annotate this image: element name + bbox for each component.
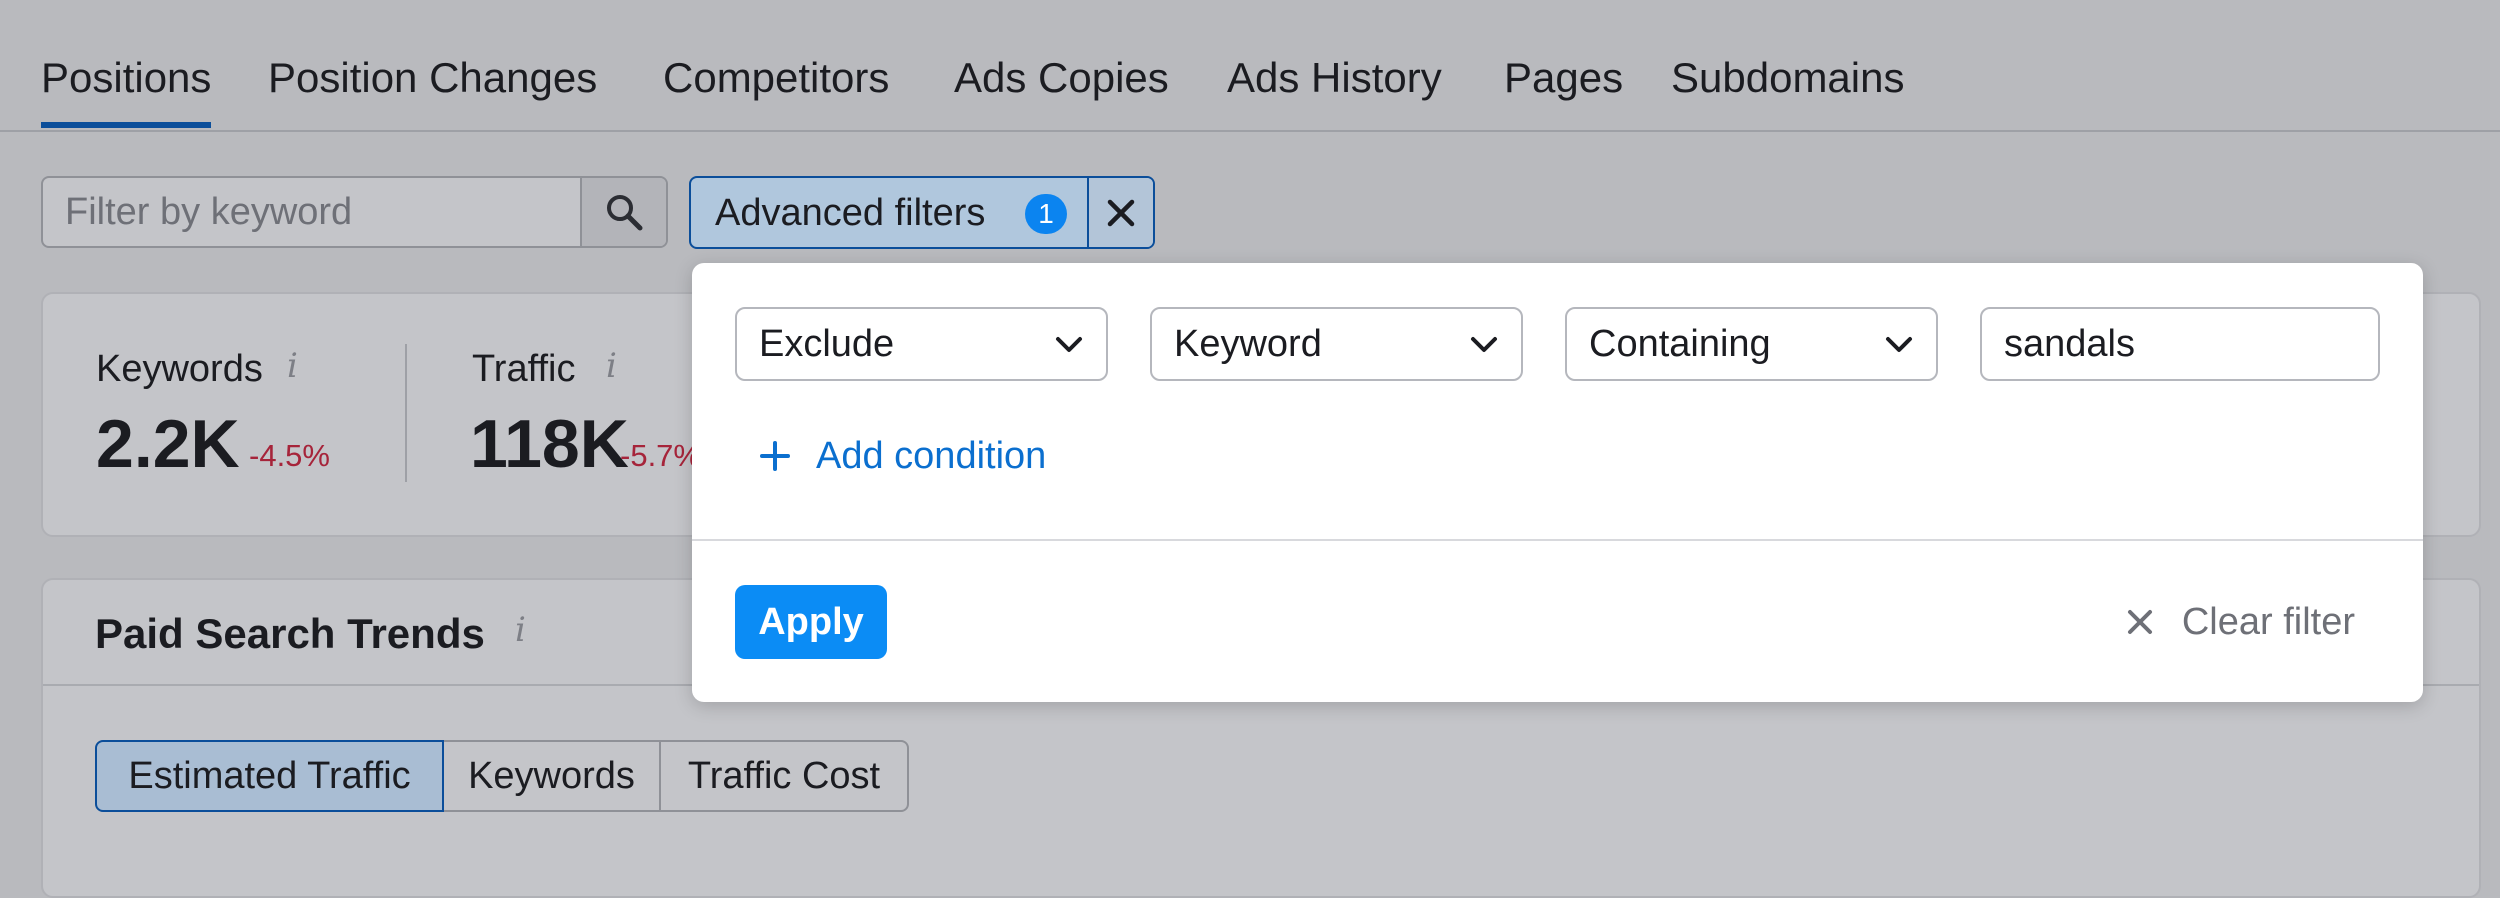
tab-subdomains[interactable]: Subdomains — [1671, 52, 1904, 104]
traffic-stat-label: Traffic — [472, 348, 576, 390]
trends-info-icon[interactable]: i — [515, 610, 526, 650]
search-icon — [607, 195, 643, 231]
apply-button[interactable]: Apply — [735, 585, 887, 659]
traffic-stat-delta: -5.7% — [620, 438, 701, 473]
add-condition-label: Add condition — [816, 435, 1047, 477]
tab-position-changes[interactable]: Position Changes — [268, 52, 597, 104]
chevron-down-icon — [1886, 337, 1912, 352]
traffic-stat-value: 118K — [470, 406, 629, 482]
chevron-down-icon — [1471, 337, 1497, 352]
segment-keywords[interactable]: Keywords — [442, 740, 661, 812]
condition-field-select[interactable]: Keyword — [1150, 307, 1523, 381]
stats-divider — [405, 344, 407, 482]
condition-operator-select[interactable]: Containing — [1565, 307, 1938, 381]
condition-value-input[interactable] — [1980, 307, 2380, 381]
segment-estimated-traffic[interactable]: Estimated Traffic — [95, 740, 444, 812]
condition-action-value: Exclude — [759, 323, 895, 365]
keyword-search-input[interactable] — [43, 178, 583, 246]
segment-traffic-cost[interactable]: Traffic Cost — [659, 740, 909, 812]
tab-ads-history[interactable]: Ads History — [1227, 52, 1442, 104]
clear-filter-button[interactable]: Clear filter — [2126, 597, 2355, 647]
clear-filter-label: Clear filter — [2181, 601, 2355, 643]
tab-competitors[interactable]: Competitors — [663, 52, 889, 104]
close-icon — [1107, 199, 1135, 226]
advanced-filters-popup: Exclude Keyword Containing Add condition… — [692, 263, 2423, 702]
keywords-stat-value: 2.2K — [96, 406, 240, 482]
keyword-search — [41, 176, 668, 248]
tab-pages[interactable]: Pages — [1504, 52, 1623, 104]
close-icon — [2127, 610, 2152, 634]
add-condition-button[interactable]: Add condition — [758, 431, 1046, 481]
remove-filters-button[interactable] — [1087, 178, 1153, 247]
plus-icon — [760, 441, 790, 471]
advanced-filters-label: Advanced filters — [715, 192, 986, 234]
search-button[interactable] — [580, 178, 666, 246]
trends-title: Paid Search Trends — [95, 610, 485, 657]
report-tabs: Positions Position Changes Competitors A… — [0, 0, 2500, 132]
tab-positions[interactable]: Positions — [41, 52, 212, 128]
keywords-info-icon[interactable]: i — [287, 346, 298, 386]
condition-field-value: Keyword — [1174, 323, 1322, 365]
keywords-stat-label: Keywords — [96, 348, 263, 390]
popup-divider — [692, 539, 2423, 541]
traffic-info-icon[interactable]: i — [606, 346, 617, 386]
chevron-down-icon — [1056, 337, 1082, 352]
condition-operator-value: Containing — [1589, 323, 1771, 365]
advanced-filters-button[interactable]: Advanced filters 1 — [689, 176, 1155, 249]
condition-action-select[interactable]: Exclude — [735, 307, 1108, 381]
keywords-stat-delta: -4.5% — [249, 438, 330, 473]
tab-ads-copies[interactable]: Ads Copies — [954, 52, 1169, 104]
filter-count-badge: 1 — [1025, 194, 1067, 234]
